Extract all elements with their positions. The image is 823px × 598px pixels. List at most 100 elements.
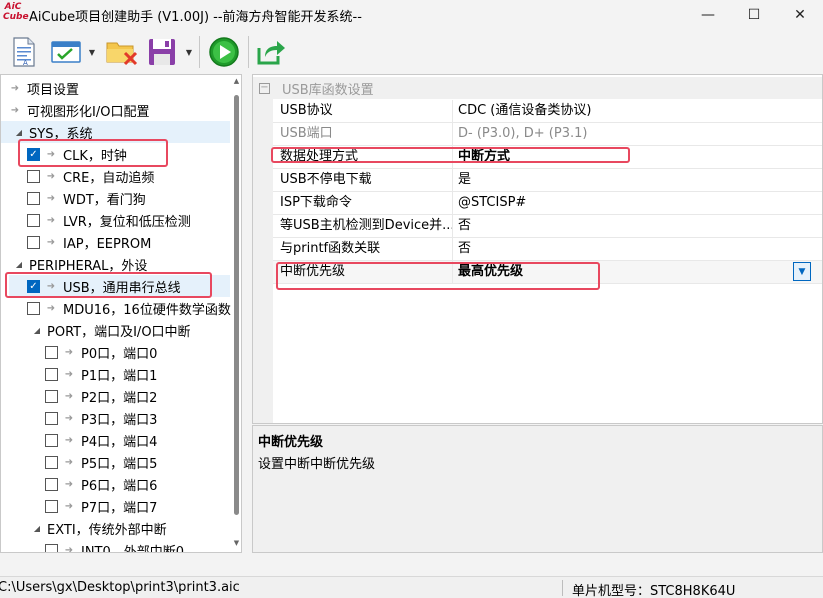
property-row-usb-download[interactable]: USB不停电下载 是 (273, 169, 822, 192)
tree-item-label: 可视图形化I/O口配置 (27, 104, 150, 120)
tree-item-label: P5口，端口5 (81, 456, 158, 472)
close-button[interactable]: ✕ (777, 0, 823, 30)
arrow-right-icon: ➜ (64, 368, 74, 380)
checkbox[interactable] (45, 433, 58, 447)
minimize-button[interactable]: — (685, 0, 731, 30)
property-value[interactable]: 否 (454, 215, 822, 237)
tree-scrollbar[interactable]: ▲ ▼ (231, 75, 241, 552)
tree-item-label: INT0，外部中断0 (81, 544, 185, 553)
property-name: USB端口 (273, 123, 453, 145)
checkbox[interactable] (45, 477, 58, 491)
tree-item-p0[interactable]: ➜ P0口，端口0 (45, 341, 157, 363)
tree-item-label: CRE，自动追频 (63, 170, 155, 186)
tree-item-label: P7口，端口7 (81, 500, 158, 516)
tree-item-label: SYS，系统 (29, 126, 93, 142)
maximize-button[interactable]: ☐ (731, 0, 777, 30)
scroll-down-icon[interactable]: ▼ (231, 539, 241, 551)
property-value[interactable]: 中断方式 (454, 146, 822, 168)
tree-item-project-settings[interactable]: ➜ 项目设置 (9, 77, 79, 99)
property-value: D- (P3.0), D+ (P3.1) (458, 126, 588, 141)
tree-item-mdu16[interactable]: ➜ MDU16，16位硬件数学函数 (27, 297, 231, 319)
tree-item-int0[interactable]: ➜ INT0，外部中断0 (45, 539, 185, 553)
save-dropdown-icon[interactable]: ▼ (184, 42, 194, 62)
collapse-triangle-icon[interactable]: ◢ (13, 126, 25, 138)
arrow-right-icon: ➜ (46, 148, 56, 160)
scroll-up-icon[interactable]: ▲ (231, 77, 241, 89)
property-row-printf[interactable]: 与printf函数关联 否 (273, 238, 822, 261)
checkbox[interactable] (45, 345, 58, 359)
property-row-isp-command[interactable]: ISP下载命令 @STCISP# (273, 192, 822, 215)
configure-icon (51, 41, 81, 63)
checkbox[interactable] (45, 367, 58, 381)
save-button[interactable] (144, 34, 180, 70)
property-value[interactable]: 是 (454, 169, 822, 191)
tree-item-io-config[interactable]: ➜ 可视图形化I/O口配置 (9, 99, 150, 121)
collapse-minus-icon[interactable]: − (259, 82, 270, 94)
collapse-triangle-icon[interactable]: ◢ (31, 324, 43, 336)
arrow-right-icon: ➜ (46, 170, 56, 182)
checkbox-checked[interactable]: ✓ (27, 279, 40, 293)
property-row-wait-device[interactable]: 等USB主机检测到Device并... 否 (273, 215, 822, 238)
toolbar: A ▼ ▼ (0, 30, 823, 74)
checkbox[interactable] (27, 191, 40, 205)
tree-item-clk[interactable]: ✓ ➜ CLK，时钟 (27, 143, 127, 165)
tree-item-lvr[interactable]: ➜ LVR，复位和低压检测 (27, 209, 191, 231)
tree-item-usb[interactable]: ✓ ➜ USB，通用串行总线 (9, 275, 230, 297)
tree-item-wdt[interactable]: ➜ WDT，看门狗 (27, 187, 146, 209)
tree-group-sys[interactable]: ◢ SYS，系统 (1, 121, 230, 143)
status-separator (562, 580, 563, 596)
close-project-button[interactable] (104, 34, 140, 70)
chevron-down-icon[interactable]: ▼ (793, 262, 811, 281)
property-value[interactable]: @STCISP# (454, 192, 822, 214)
property-value[interactable]: CDC (通信设备类协议) (454, 100, 822, 122)
new-document-icon: A (13, 37, 35, 67)
collapse-triangle-icon[interactable]: ◢ (31, 522, 43, 534)
tree-group-port[interactable]: ◢ PORT，端口及I/O口中断 (1, 319, 191, 341)
configure-dropdown-icon[interactable]: ▼ (87, 42, 97, 62)
tree-item-p3[interactable]: ➜ P3口，端口3 (45, 407, 157, 429)
export-button[interactable] (253, 34, 289, 70)
checkbox[interactable] (27, 169, 40, 183)
tree-group-peripheral[interactable]: ◢ PERIPHERAL，外设 (1, 253, 147, 275)
tree-item-p6[interactable]: ➜ P6口，端口6 (45, 473, 157, 495)
checkbox[interactable] (45, 411, 58, 425)
checkbox[interactable] (45, 499, 58, 513)
configure-button[interactable] (48, 34, 84, 70)
tree-item-p5[interactable]: ➜ P5口，端口5 (45, 451, 157, 473)
checkbox[interactable] (45, 389, 58, 403)
checkbox[interactable] (45, 455, 58, 469)
checkbox[interactable] (27, 235, 40, 249)
checkbox[interactable] (27, 301, 40, 315)
app-logo-icon: AiC Cube (3, 2, 29, 26)
property-category[interactable]: − USB库函数设置 (253, 77, 822, 99)
arrow-right-icon: ➜ (64, 346, 74, 358)
property-value[interactable]: 最高优先级 (454, 261, 822, 283)
property-row-usb-protocol[interactable]: USB协议 CDC (通信设备类协议) (273, 100, 822, 123)
project-path: C:\Users\gx\Desktop\print3\print3.aic (0, 580, 240, 595)
scrollbar-thumb[interactable] (234, 95, 239, 515)
property-name: ISP下载命令 (273, 192, 453, 214)
tree-item-iap[interactable]: ➜ IAP，EEPROM (27, 231, 151, 253)
tree-item-label: LVR，复位和低压检测 (63, 214, 191, 230)
export-icon (257, 41, 285, 65)
property-name: 数据处理方式 (273, 146, 453, 168)
arrow-right-icon: ➜ (64, 412, 74, 424)
run-button[interactable] (206, 34, 242, 70)
property-row-interrupt-priority[interactable]: 中断优先级 最高优先级 ▼ (273, 261, 822, 284)
arrow-right-icon: ➜ (46, 280, 56, 292)
checkbox[interactable] (45, 543, 58, 552)
collapse-triangle-icon[interactable]: ◢ (13, 258, 25, 270)
property-row-data-mode[interactable]: 数据处理方式 中断方式 (273, 146, 822, 169)
tree-item-p2[interactable]: ➜ P2口，端口2 (45, 385, 157, 407)
tree-item-label: PERIPHERAL，外设 (29, 258, 148, 274)
property-value[interactable]: 否 (454, 238, 822, 260)
checkbox[interactable] (27, 213, 40, 227)
tree-item-p1[interactable]: ➜ P1口，端口1 (45, 363, 157, 385)
checkbox-checked[interactable]: ✓ (27, 147, 40, 161)
tree-item-cre[interactable]: ➜ CRE，自动追频 (27, 165, 154, 187)
new-document-button[interactable]: A (8, 34, 40, 70)
tree-item-p7[interactable]: ➜ P7口，端口7 (45, 495, 157, 517)
arrow-right-icon: ➜ (64, 434, 74, 446)
tree-group-exti[interactable]: ◢ EXTI，传统外部中断 (1, 517, 167, 539)
tree-item-p4[interactable]: ➜ P4口，端口4 (45, 429, 157, 451)
